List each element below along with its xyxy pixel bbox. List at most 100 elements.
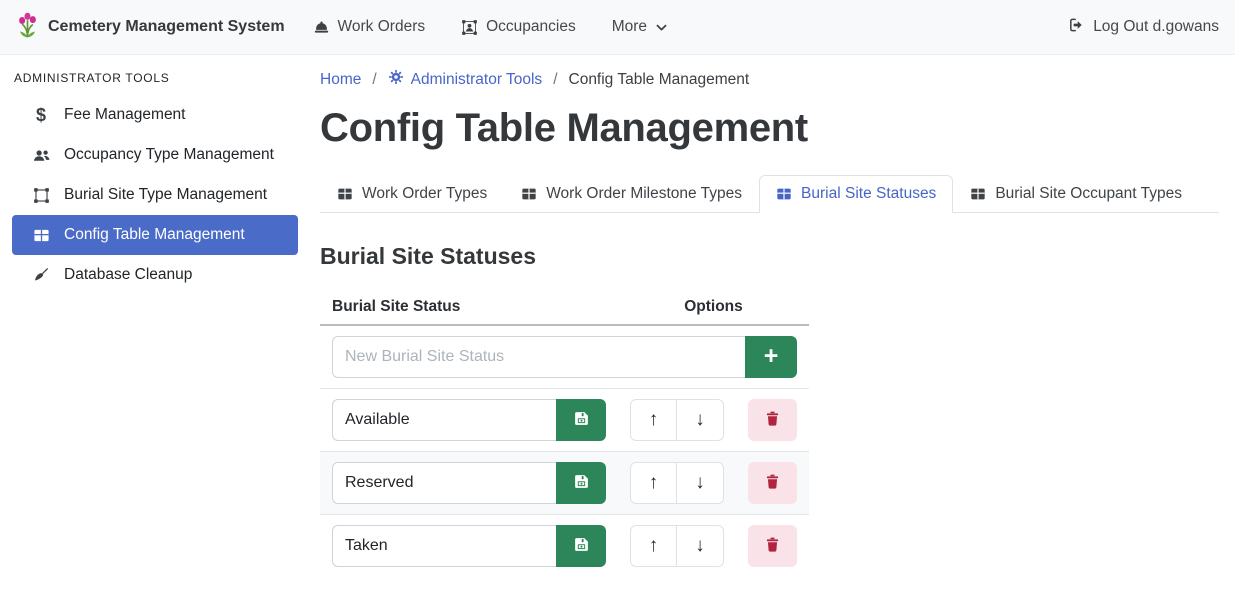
sidebar-item-config-table-management[interactable]: Config Table Management [12, 215, 298, 255]
reorder-group: ↑ ↓ [630, 525, 724, 567]
users-icon [30, 146, 52, 165]
page-title: Config Table Management [320, 106, 1219, 151]
move-up-button[interactable]: ↑ [630, 525, 677, 567]
save-icon [573, 536, 590, 556]
nav-more-label: More [612, 18, 647, 36]
logout-label: Log Out d.gowans [1093, 18, 1219, 36]
save-icon [573, 410, 590, 430]
tulips-logo-icon [16, 11, 39, 43]
delete-button[interactable] [748, 462, 797, 504]
breadcrumb-admin-tools-link[interactable]: Administrator Tools [388, 69, 543, 90]
move-down-button[interactable]: ↓ [677, 525, 724, 567]
nav-more[interactable]: More [612, 18, 668, 36]
tab-burial-site-statuses[interactable]: Burial Site Statuses [759, 175, 953, 213]
breadcrumb-separator: / [372, 71, 376, 89]
move-down-button[interactable]: ↓ [677, 462, 724, 504]
sidebar-item-burial-site-type-management[interactable]: Burial Site Type Management [12, 175, 298, 215]
table-row-reserved: ↑ ↓ [320, 452, 809, 515]
statuses-table: Burial Site Status Options + [320, 290, 809, 577]
status-input[interactable] [332, 399, 556, 441]
nav-work-orders-label: Work Orders [338, 18, 426, 36]
arrow-down-icon: ↓ [695, 535, 705, 557]
sidebar-item-label: Config Table Management [64, 226, 245, 244]
vector-square-icon [30, 187, 52, 204]
sidebar: ADMINISTRATOR TOOLS $ Fee Management Occ… [0, 55, 310, 591]
sidebar-item-label: Database Cleanup [64, 266, 192, 284]
trash-icon [764, 536, 781, 556]
move-up-button[interactable]: ↑ [630, 399, 677, 441]
sidebar-item-label: Occupancy Type Management [64, 146, 274, 164]
nav-occupancies-label: Occupancies [486, 18, 576, 36]
column-header-options: Options [618, 290, 809, 325]
breadcrumb-home-link[interactable]: Home [320, 71, 361, 89]
tab-label: Work Order Types [362, 185, 487, 203]
nav-work-orders[interactable]: Work Orders [313, 18, 426, 36]
trash-icon [764, 473, 781, 493]
tab-label: Work Order Milestone Types [546, 185, 742, 203]
logout-button[interactable]: Log Out d.gowans [1067, 16, 1219, 39]
sidebar-item-database-cleanup[interactable]: Database Cleanup [12, 255, 298, 295]
dollar-icon: $ [30, 106, 52, 124]
main-layout: ADMINISTRATOR TOOLS $ Fee Management Occ… [0, 55, 1235, 591]
breadcrumb-admin-tools-label: Administrator Tools [411, 71, 543, 89]
sidebar-item-fee-management[interactable]: $ Fee Management [12, 95, 298, 135]
tab-label: Burial Site Occupant Types [995, 185, 1182, 203]
table-icon [970, 186, 986, 202]
sidebar-header: ADMINISTRATOR TOOLS [12, 63, 298, 95]
breadcrumb-home-label: Home [320, 71, 361, 89]
delete-button[interactable] [748, 399, 797, 441]
add-button[interactable]: + [745, 336, 797, 378]
save-button[interactable] [556, 462, 606, 504]
sidebar-item-occupancy-type-management[interactable]: Occupancy Type Management [12, 135, 298, 175]
move-down-button[interactable]: ↓ [677, 399, 724, 441]
gear-icon [388, 69, 404, 90]
table-row-available: ↑ ↓ [320, 389, 809, 452]
chevron-down-icon [655, 21, 668, 34]
sign-out-icon [1067, 16, 1085, 39]
status-input[interactable] [332, 462, 556, 504]
column-header-status: Burial Site Status [320, 290, 618, 325]
table-header-row: Burial Site Status Options [320, 290, 809, 325]
sidebar-item-label: Burial Site Type Management [64, 186, 267, 204]
main-content: Home / [310, 55, 1235, 591]
tab-work-order-milestone-types[interactable]: Work Order Milestone Types [504, 175, 759, 213]
table-icon [337, 186, 353, 202]
trash-icon [764, 410, 781, 430]
arrow-up-icon: ↑ [649, 535, 659, 557]
nav-occupancies[interactable]: Occupancies [461, 18, 576, 36]
breadcrumb-current: Config Table Management [569, 71, 750, 89]
table-icon [30, 227, 52, 244]
app-root: Cemetery Management System Work Orders [0, 0, 1235, 591]
table-row-taken: ↑ ↓ [320, 515, 809, 578]
table-icon [521, 186, 537, 202]
brand-link[interactable]: Cemetery Management System [16, 11, 285, 43]
save-button[interactable] [556, 399, 606, 441]
tab-work-order-types[interactable]: Work Order Types [320, 175, 504, 213]
tab-bar: Work Order Types Work Order Milestone Ty… [320, 175, 1219, 213]
hard-hat-icon [313, 19, 330, 36]
reorder-group: ↑ ↓ [630, 399, 724, 441]
arrow-up-icon: ↑ [649, 409, 659, 431]
tab-label: Burial Site Statuses [801, 185, 936, 203]
move-up-button[interactable]: ↑ [630, 462, 677, 504]
broom-icon [30, 266, 52, 284]
primary-nav: Work Orders [313, 18, 669, 36]
arrow-up-icon: ↑ [649, 472, 659, 494]
save-button[interactable] [556, 525, 606, 567]
tab-burial-site-occupant-types[interactable]: Burial Site Occupant Types [953, 175, 1199, 213]
reorder-group: ↑ ↓ [630, 462, 724, 504]
top-navbar: Cemetery Management System Work Orders [0, 0, 1235, 55]
save-icon [573, 473, 590, 493]
plus-icon: + [764, 344, 779, 369]
sidebar-item-label: Fee Management [64, 106, 186, 124]
new-status-input[interactable] [332, 336, 745, 378]
occupancy-viewfinder-icon [461, 19, 478, 36]
brand-title: Cemetery Management System [48, 18, 285, 36]
arrow-down-icon: ↓ [695, 409, 705, 431]
status-input[interactable] [332, 525, 556, 567]
breadcrumb-separator: / [553, 71, 557, 89]
section-heading: Burial Site Statuses [320, 243, 1219, 270]
delete-button[interactable] [748, 525, 797, 567]
new-status-row: + [320, 325, 809, 389]
table-icon [776, 186, 792, 202]
